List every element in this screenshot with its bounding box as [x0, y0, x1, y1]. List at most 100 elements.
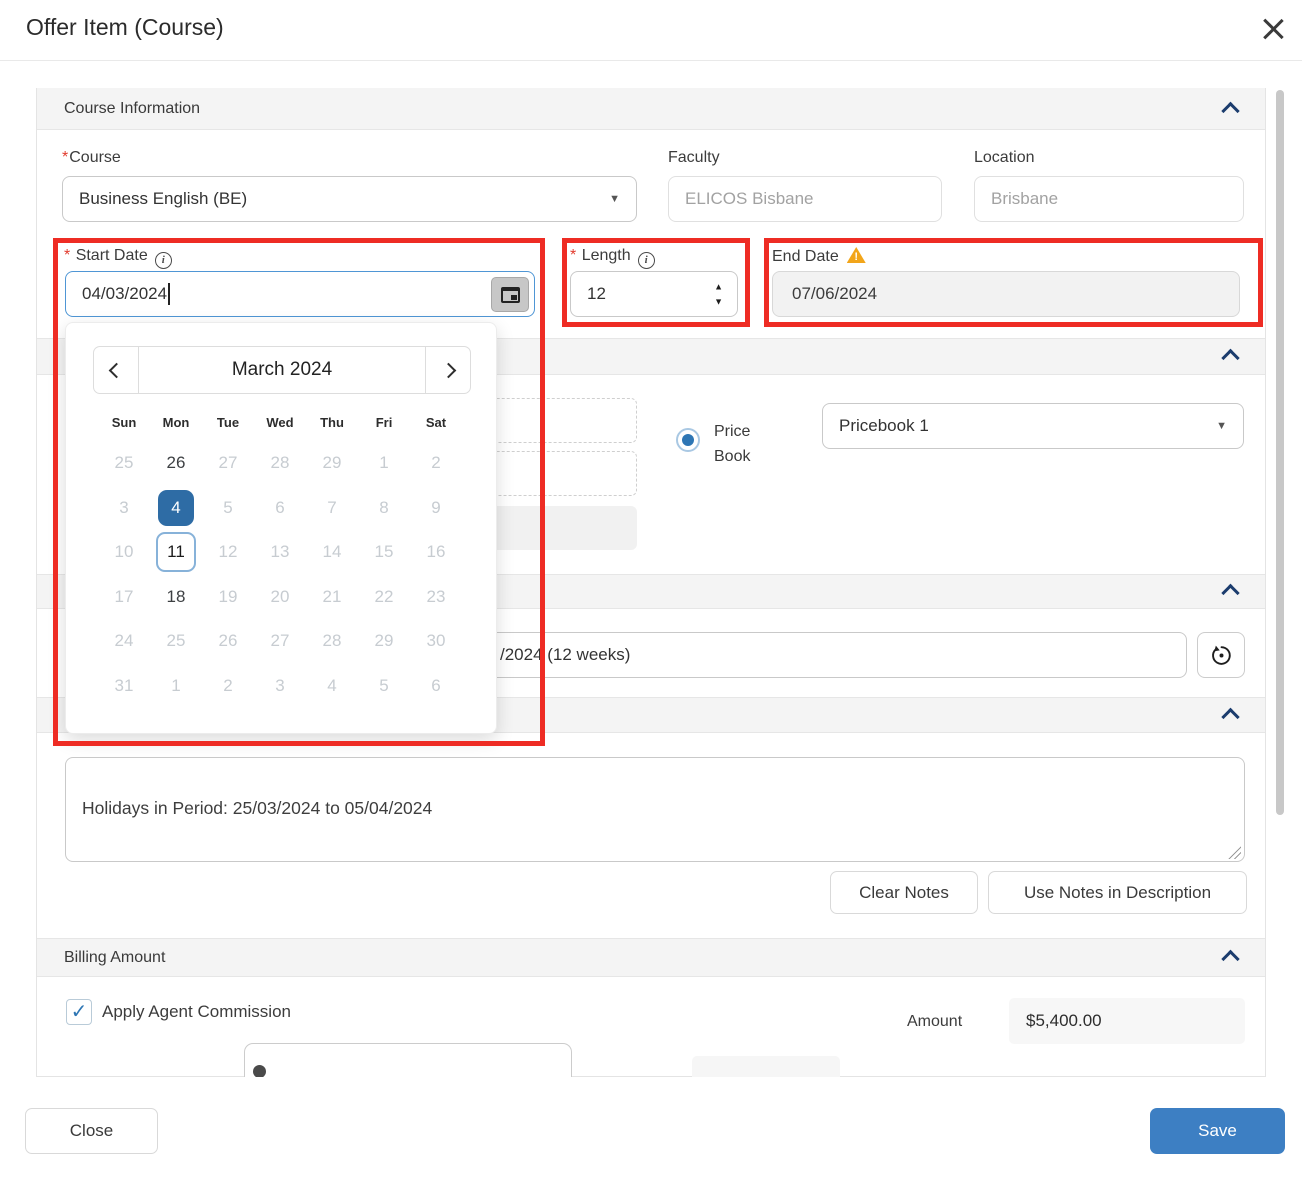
calendar-day-8: 8 — [366, 490, 402, 526]
header-divider — [0, 60, 1302, 61]
weekday-label: Tue — [202, 415, 254, 430]
amount-label: Amount — [907, 1013, 962, 1031]
weekday-label: Wed — [254, 415, 306, 430]
calendar-day-3: 3 — [106, 490, 142, 526]
weekday-label: Sun — [98, 415, 150, 430]
weekday-label: Fri — [358, 415, 410, 430]
calendar-day-25: 25 — [106, 445, 142, 481]
chevron-up-icon[interactable] — [1221, 349, 1239, 367]
calendar-month-label[interactable]: March 2024 — [138, 347, 426, 393]
partial-field — [244, 1043, 572, 1077]
calendar-day-6: 6 — [262, 490, 298, 526]
calendar-grid: 2526272829123456789101112131415161718192… — [98, 441, 462, 708]
info-icon: i — [155, 252, 172, 269]
reset-description-button[interactable] — [1197, 632, 1245, 678]
length-value: 12 — [587, 284, 606, 304]
start-date-value: 04/03/2024 — [82, 284, 167, 304]
calendar-day-17: 17 — [106, 579, 142, 615]
calendar-day-27: 27 — [262, 623, 298, 659]
apply-agent-commission-checkbox[interactable]: ✓ — [66, 999, 92, 1025]
pricebook-select[interactable]: Pricebook 1 ▼ — [822, 403, 1244, 449]
section-title: Billing Amount — [64, 949, 165, 967]
check-icon: ✓ — [71, 1002, 88, 1022]
previous-month-button[interactable] — [94, 347, 138, 393]
price-book-label: Price Book — [714, 419, 774, 469]
end-date-value: 07/06/2024 — [792, 284, 877, 304]
location-label: Location — [974, 149, 1035, 167]
calendar-day-27: 27 — [210, 445, 246, 481]
calendar-day-4[interactable]: 4 — [158, 490, 194, 526]
description-visible-text: /2024 (12 weeks) — [500, 645, 630, 665]
calendar-button[interactable] — [491, 277, 529, 312]
date-picker-popup: March 2024 SunMonTueWedThuFriSat 2526272… — [65, 322, 497, 734]
chevron-down-icon: ▼ — [609, 193, 620, 205]
resize-handle[interactable] — [1228, 846, 1241, 859]
length-stepper[interactable]: 12 ▲ ▼ — [570, 271, 738, 317]
calendar-day-12: 12 — [210, 534, 246, 570]
pricebook-value: Pricebook 1 — [839, 416, 929, 436]
start-date-input[interactable]: 04/03/2024 — [65, 271, 535, 317]
info-icon: i — [638, 252, 655, 269]
chevron-right-icon — [440, 362, 456, 378]
calendar-day-1: 1 — [158, 668, 194, 704]
course-select[interactable]: Business English (BE) ▼ — [62, 176, 637, 222]
price-book-radio[interactable] — [676, 428, 700, 452]
chevron-up-icon[interactable] — [1221, 950, 1239, 968]
calendar-day-19: 19 — [210, 579, 246, 615]
calendar-day-18[interactable]: 18 — [158, 579, 194, 615]
notes-textarea[interactable]: Holidays in Period: 25/03/2024 to 05/04/… — [65, 757, 1245, 862]
section-header-billing-amount: Billing Amount — [37, 938, 1265, 977]
close-icon[interactable] — [1262, 17, 1284, 39]
calendar-day-23: 23 — [418, 579, 454, 615]
faculty-label: Faculty — [668, 149, 720, 167]
section-header-course-information: Course Information — [37, 88, 1265, 130]
clear-notes-button[interactable]: Clear Notes — [830, 871, 978, 914]
length-label: Lengthi — [570, 247, 655, 269]
use-notes-in-description-button[interactable]: Use Notes in Description — [988, 871, 1247, 914]
scrollbar-thumb[interactable] — [1276, 90, 1284, 815]
calendar-day-13: 13 — [262, 534, 298, 570]
calendar-day-22: 22 — [366, 579, 402, 615]
calendar-day-31: 31 — [106, 668, 142, 704]
calendar-day-6: 6 — [418, 668, 454, 704]
calendar-day-30: 30 — [418, 623, 454, 659]
save-button[interactable]: Save — [1150, 1108, 1285, 1154]
calendar-day-11[interactable]: 11 — [156, 532, 196, 572]
stepper-up-icon[interactable]: ▲ — [714, 283, 723, 291]
course-label: Course — [62, 149, 121, 167]
close-button[interactable]: Close — [25, 1108, 158, 1154]
calendar-day-26[interactable]: 26 — [158, 445, 194, 481]
calendar-day-24: 24 — [106, 623, 142, 659]
location-field: Brisbane — [974, 176, 1244, 222]
history-icon — [1210, 644, 1233, 667]
calendar-day-5: 5 — [366, 668, 402, 704]
calendar-day-9: 9 — [418, 490, 454, 526]
next-month-button[interactable] — [426, 347, 470, 393]
calendar-icon — [501, 287, 520, 303]
calendar-day-21: 21 — [314, 579, 350, 615]
faculty-value: ELICOS Bisbane — [685, 189, 814, 209]
modal-title: Offer Item (Course) — [26, 14, 224, 41]
calendar-day-4: 4 — [314, 668, 350, 704]
chevron-up-icon[interactable] — [1221, 101, 1239, 119]
calendar-day-5: 5 — [210, 490, 246, 526]
text-cursor — [168, 283, 170, 305]
end-date-field: 07/06/2024 — [772, 271, 1240, 317]
calendar-day-29: 29 — [366, 623, 402, 659]
start-date-label: Start Datei — [64, 247, 172, 269]
partial-gray-field — [692, 1056, 840, 1077]
amount-field: $5,400.00 — [1009, 998, 1245, 1044]
calendar-day-1: 1 — [366, 445, 402, 481]
calendar-day-29: 29 — [314, 445, 350, 481]
stepper-down-icon[interactable]: ▼ — [714, 298, 723, 306]
calendar-day-16: 16 — [418, 534, 454, 570]
weekday-label: Mon — [150, 415, 202, 430]
weekday-label: Thu — [306, 415, 358, 430]
notes-text: Holidays in Period: 25/03/2024 to 05/04/… — [82, 798, 432, 818]
chevron-up-icon[interactable] — [1221, 707, 1239, 725]
calendar-day-10: 10 — [106, 534, 142, 570]
chevron-up-icon[interactable] — [1221, 584, 1239, 602]
amount-value: $5,400.00 — [1026, 1011, 1102, 1031]
warning-icon — [847, 247, 866, 263]
calendar-day-3: 3 — [262, 668, 298, 704]
